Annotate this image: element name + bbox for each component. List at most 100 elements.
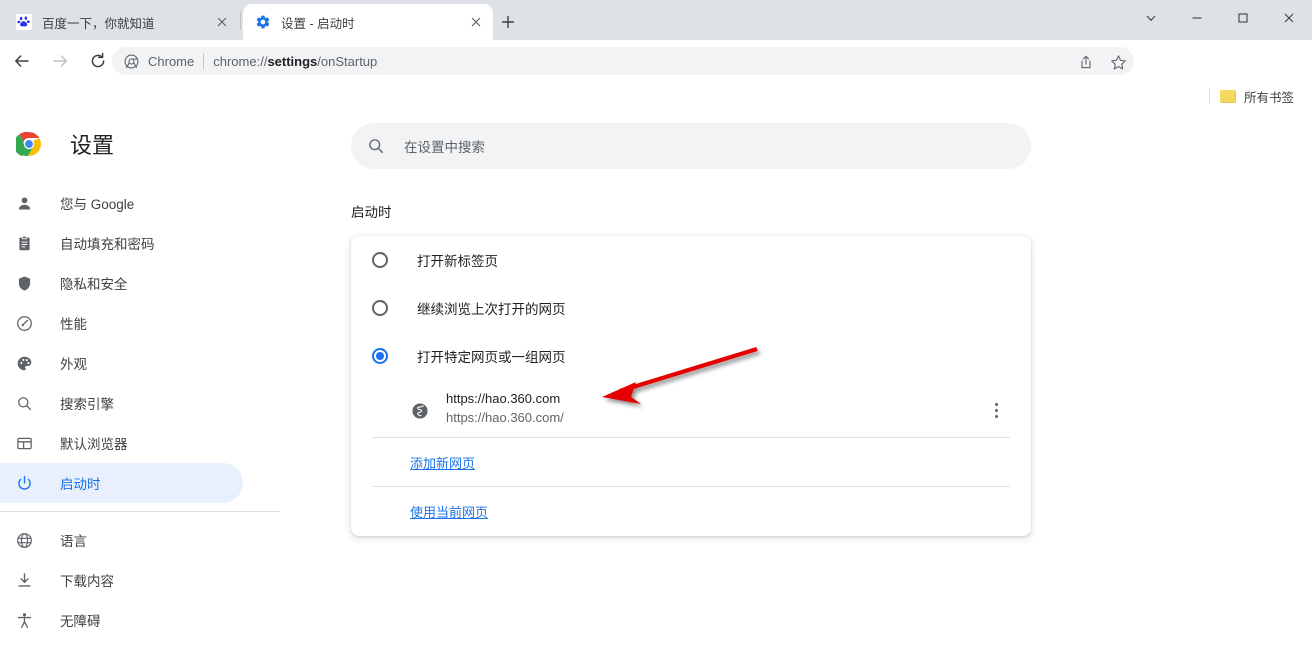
star-icon[interactable] — [1104, 48, 1132, 76]
startup-options-card: 打开新标签页 继续浏览上次打开的网页 打开特定网页或一组网页 https://h… — [351, 236, 1031, 536]
chrome-icon — [123, 53, 139, 69]
person-icon — [14, 193, 34, 213]
search-placeholder: 在设置中搜索 — [404, 140, 485, 155]
settings-page: 设置 您与 Google 自动填充和密码 隐私和安全 性能 外观 搜索引擎 默认… — [0, 110, 1312, 648]
tab-separator — [240, 12, 241, 30]
radio-option-continue[interactable]: 继续浏览上次打开的网页 — [351, 284, 1031, 332]
tab-search-chevron-icon[interactable] — [1128, 0, 1174, 36]
speedometer-icon — [14, 313, 34, 333]
omnibox-actions — [1072, 48, 1132, 76]
radio-indicator[interactable] — [372, 348, 388, 364]
add-new-page-link[interactable]: 添加新网页 — [410, 453, 475, 472]
sidebar-item-label: 外观 — [60, 357, 87, 372]
sidebar-item-search-engine[interactable]: 搜索引擎 — [0, 383, 243, 423]
use-current-pages-row[interactable]: 使用当前网页 — [351, 487, 1031, 535]
accessibility-icon — [14, 610, 34, 630]
sidebar-item-accessibility[interactable]: 无障碍 — [0, 600, 243, 640]
folder-icon — [1219, 89, 1236, 103]
sidebar-item-default-browser[interactable]: 默认浏览器 — [0, 423, 243, 463]
sidebar-item-label: 隐私和安全 — [60, 277, 128, 292]
sidebar-item-privacy-security[interactable]: 隐私和安全 — [0, 263, 243, 303]
sidebar-item-label: 您与 Google — [60, 197, 135, 212]
palette-icon — [14, 353, 34, 373]
radio-label: 继续浏览上次打开的网页 — [417, 302, 566, 317]
radio-label: 打开特定网页或一组网页 — [417, 350, 566, 365]
bookmark-label: 所有书签 — [1243, 90, 1294, 105]
sidebar-item-label: 下载内容 — [60, 574, 114, 589]
page-title: 设置 — [70, 133, 115, 158]
new-tab-button[interactable] — [494, 8, 522, 36]
sidebar-item-downloads[interactable]: 下载内容 — [0, 560, 243, 600]
browser-window-icon — [14, 433, 34, 453]
three-dot-menu-icon[interactable] — [986, 400, 1006, 420]
startup-site-name: https://hao.360.com — [446, 391, 561, 406]
sidebar-item-label: 搜索引擎 — [60, 397, 114, 412]
startup-site-row: https://hao.360.com https://hao.360.com/ — [351, 383, 1031, 437]
sidebar-item-label: 默认浏览器 — [60, 437, 128, 452]
section-title: 启动时 — [351, 205, 392, 220]
bookmarks-separator — [1208, 88, 1210, 104]
minimize-button[interactable] — [1174, 0, 1220, 36]
radio-indicator[interactable] — [372, 252, 388, 268]
startup-site-url: https://hao.360.com/ — [446, 410, 564, 425]
tab-title: 设置 - 启动时 — [281, 16, 355, 31]
sidebar-item-performance[interactable]: 性能 — [0, 303, 243, 343]
back-button[interactable] — [8, 47, 36, 75]
sidebar-item-label: 语言 — [60, 534, 87, 549]
radio-option-new-tab[interactable]: 打开新标签页 — [351, 236, 1031, 284]
sidebar-nav-list: 您与 Google 自动填充和密码 隐私和安全 性能 外观 搜索引擎 默认浏览器… — [0, 183, 280, 640]
bookmark-all-bookmarks[interactable]: 所有书签 — [1218, 84, 1302, 108]
sidebar-group-2: 语言 下载内容 无障碍 — [0, 520, 280, 640]
browser-toolbar: Chrome chrome://settings/onStartup — [0, 40, 1312, 114]
globe-icon — [14, 530, 34, 550]
omnibox-divider — [203, 53, 205, 69]
bookmarks-bar: 所有书签 — [0, 82, 1312, 110]
tab-title: 百度一下，你就知道 — [42, 16, 155, 31]
sidebar-item-languages[interactable]: 语言 — [0, 520, 243, 560]
settings-header: 设置 — [13, 128, 115, 160]
url-suffix: /onStartup — [317, 53, 378, 69]
window-caption-buttons — [1128, 0, 1312, 36]
sidebar-item-label: 性能 — [60, 317, 87, 332]
sidebar-item-you-and-google[interactable]: 您与 Google — [0, 183, 243, 223]
maximize-button[interactable] — [1220, 0, 1266, 36]
tab-strip: 百度一下，你就知道 设置 - 启动时 — [0, 0, 1312, 40]
settings-sidebar: 设置 您与 Google 自动填充和密码 隐私和安全 性能 外观 搜索引擎 默认… — [0, 110, 280, 648]
sidebar-item-autofill-passwords[interactable]: 自动填充和密码 — [0, 223, 243, 263]
search-input[interactable]: 在设置中搜索 — [351, 123, 1031, 169]
sidebar-group-1: 您与 Google 自动填充和密码 隐私和安全 性能 外观 搜索引擎 默认浏览器… — [0, 183, 280, 503]
tab-settings[interactable]: 设置 - 启动时 — [243, 4, 493, 40]
tab-close-button[interactable] — [465, 11, 487, 33]
sidebar-item-label: 无障碍 — [60, 614, 101, 629]
reload-button[interactable] — [84, 47, 112, 75]
sidebar-divider — [0, 511, 280, 512]
add-new-page-row[interactable]: 添加新网页 — [351, 438, 1031, 486]
clipboard-icon — [14, 233, 34, 253]
search-icon — [366, 136, 386, 156]
chrome-logo-icon — [13, 131, 42, 157]
radio-indicator[interactable] — [372, 300, 388, 316]
gear-icon — [255, 14, 271, 30]
tab-baidu[interactable]: 百度一下，你就知道 — [4, 4, 239, 40]
sidebar-item-label: 启动时 — [60, 477, 101, 492]
globe-site-icon — [411, 402, 429, 420]
baidu-paw-icon — [16, 14, 32, 30]
share-icon[interactable] — [1072, 48, 1100, 76]
use-current-pages-link[interactable]: 使用当前网页 — [410, 502, 488, 521]
sidebar-item-appearance[interactable]: 外观 — [0, 343, 243, 383]
omnibox-url: chrome://settings/onStartup — [213, 54, 377, 69]
radio-option-specific-pages[interactable]: 打开特定网页或一组网页 — [351, 332, 1031, 380]
omnibox-chrome-label: Chrome — [148, 53, 195, 69]
address-bar[interactable]: Chrome chrome://settings/onStartup — [112, 47, 1134, 75]
power-icon — [14, 473, 34, 493]
forward-button — [46, 47, 74, 75]
browser-window: 百度一下，你就知道 设置 - 启动时 Chrome chrome://setti… — [0, 0, 1312, 648]
tab-close-button[interactable] — [211, 11, 233, 33]
close-button[interactable] — [1266, 0, 1312, 36]
url-prefix: chrome:// — [213, 53, 268, 69]
download-icon — [14, 570, 34, 590]
sidebar-item-on-startup[interactable]: 启动时 — [0, 463, 243, 503]
search-icon — [14, 393, 34, 413]
radio-label: 打开新标签页 — [417, 254, 498, 269]
url-bold: settings — [267, 53, 318, 69]
